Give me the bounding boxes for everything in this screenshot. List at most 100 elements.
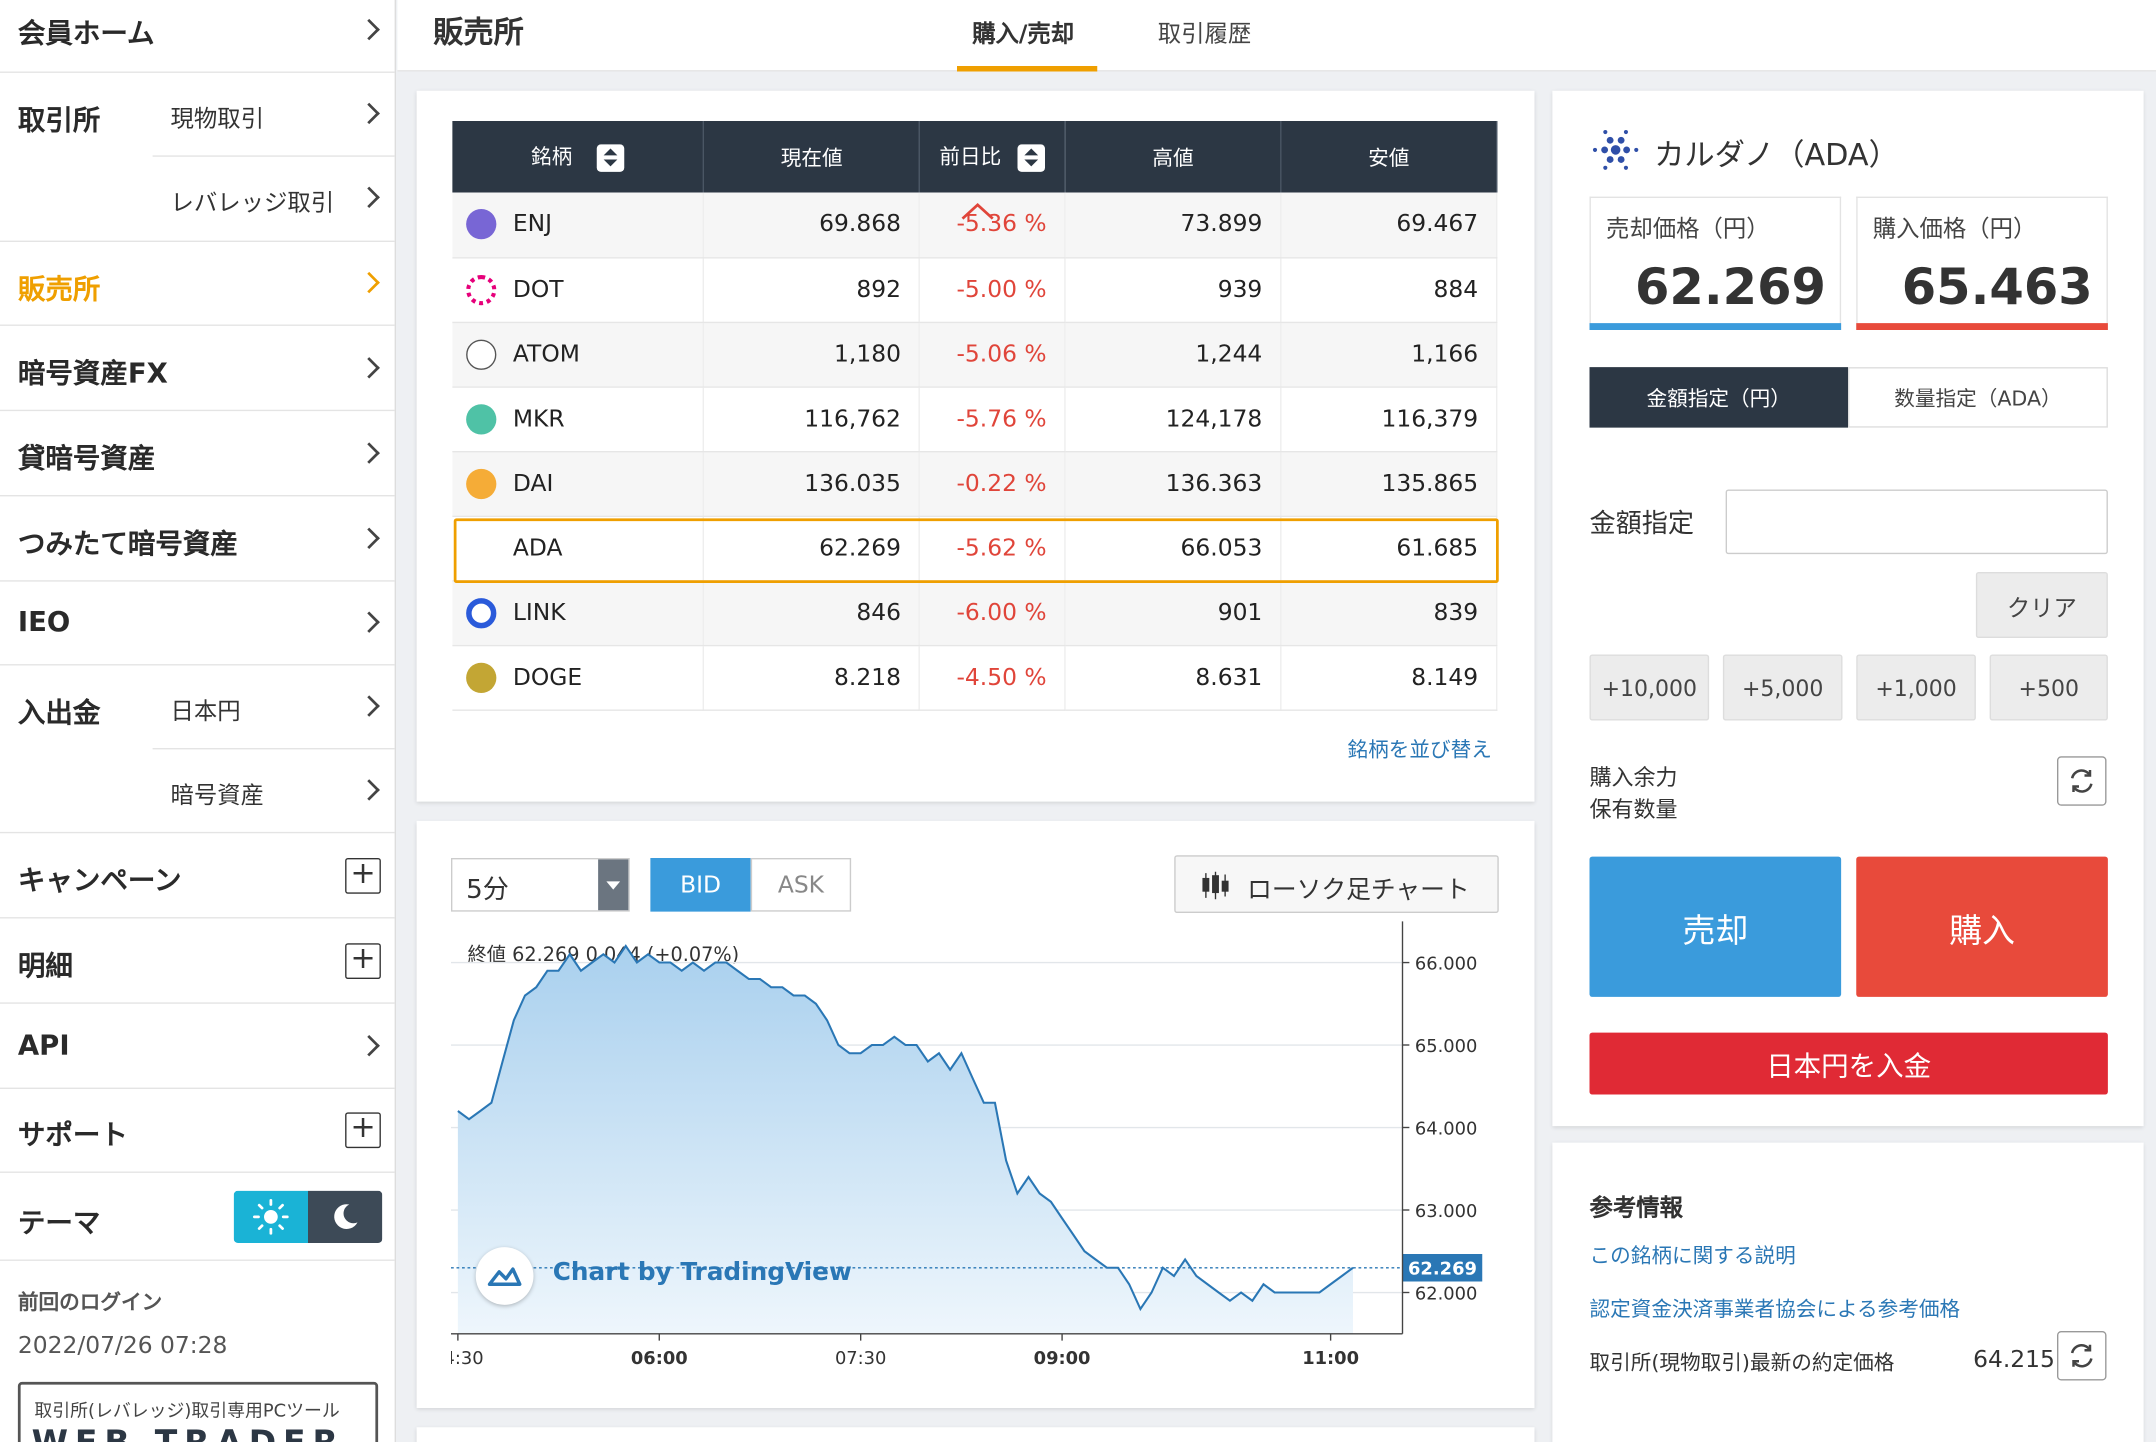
sort-icon[interactable] [596, 144, 625, 172]
table-cell: 8.631 [1065, 644, 1282, 711]
last-price-label: 62.269 [1408, 1259, 1477, 1280]
table-row[interactable]: ATOM 1,180 -5.06 % 1,244 1,166 [452, 321, 1498, 388]
header: 販売所 購入/売却 取引履歴 [397, 0, 2156, 72]
x-tick-label: 07:30 [835, 1348, 886, 1369]
sun-icon[interactable] [233, 1190, 308, 1243]
sidebar-item-fx[interactable]: 暗号資産FX [0, 326, 395, 412]
table-row[interactable]: DAI 136.035 -0.22 % 136.363 135.865 [452, 451, 1498, 517]
last-login-label: 前回のログイン [17, 1289, 163, 1315]
sidebar-item-label: 貸暗号資産 [17, 441, 156, 475]
quick-add-10000-button[interactable]: +10,000 [1589, 654, 1710, 721]
refresh-latest-price-button[interactable] [2057, 1331, 2107, 1381]
table-row[interactable]: ADA 62.269 -5.62 % 66.053 61.685 [452, 515, 1498, 581]
buy-button[interactable]: 購入 [1856, 856, 2108, 997]
x-tick-label: 09:00 [1034, 1348, 1091, 1369]
buy-price-label: 購入価格（円） [1872, 215, 2037, 244]
sidebar-item-lending[interactable]: 貸暗号資産 [0, 411, 395, 497]
table-cell: 73.899 [1065, 192, 1282, 258]
table-cell: 8.149 [1280, 644, 1498, 711]
clear-button[interactable]: クリア [1975, 572, 2108, 638]
bid-button[interactable]: BID [650, 858, 751, 912]
tab-trade[interactable]: 購入/売却 [957, 0, 1098, 72]
sidebar-item-sales[interactable]: 販売所 [0, 242, 395, 326]
table-cell: 1,244 [1065, 321, 1282, 388]
sidebar-item-label: 会員ホーム [17, 16, 155, 50]
sidebar-item-spot[interactable]: 現物取引 [152, 73, 395, 157]
quick-add-5000-button[interactable]: +5,000 [1722, 654, 1843, 721]
reference-price-link[interactable]: 認定資金決済事業者協会による参考価格 [1590, 1294, 1961, 1323]
sidebar-item-home[interactable]: 会員ホーム [0, 0, 395, 73]
column-header-symbol[interactable]: 銘柄 [452, 121, 705, 193]
table-row[interactable]: DOGE 8.218 -4.50 % 8.631 8.149 [452, 644, 1498, 711]
buy-price-box: 購入価格（円） 65.463 [1856, 196, 2108, 330]
refresh-balance-button[interactable] [2057, 756, 2107, 806]
table-cell: 8.218 [703, 644, 921, 711]
low-cell: 116,379 [1381, 404, 1479, 433]
sort-icon[interactable] [1017, 144, 1046, 172]
chart-type-label: ローソク足チャート [1247, 875, 1470, 905]
symbol-text: DOGE [512, 663, 583, 691]
y-tick-label: 64.000 [1415, 1118, 1478, 1139]
deposit-jpy-button[interactable]: 日本円を入金 [1589, 1032, 2108, 1095]
sidebar-item-leverage[interactable]: レバレッジ取引 [153, 157, 395, 241]
reorder-link[interactable]: 銘柄を並び替え [1348, 734, 1492, 763]
y-tick-label: 62.000 [1415, 1283, 1478, 1304]
table-cell: -5.00 % [919, 257, 1066, 323]
sidebar-item-support[interactable]: サポート + [0, 1089, 395, 1173]
expand-plus-icon[interactable]: + [345, 943, 381, 979]
price-cell: 116,762 [804, 404, 901, 433]
expand-plus-icon[interactable]: + [345, 858, 381, 894]
table-cell: ATOM [452, 321, 705, 388]
sidebar-item-campaign[interactable]: キャンペーン + [0, 833, 395, 919]
ask-button[interactable]: ASK [750, 858, 852, 912]
expand-plus-icon[interactable]: + [345, 1112, 381, 1149]
buy-price-underline [1856, 323, 2108, 330]
chart-type-button[interactable]: ローソク足チャート [1174, 855, 1499, 913]
table-cell: 901 [1065, 580, 1282, 646]
table-row[interactable]: LINK 846 -6.00 % 901 839 [452, 580, 1498, 646]
column-header-high: 高値 [1065, 121, 1282, 193]
theme-toggle[interactable] [233, 1190, 383, 1243]
sidebar-item-deposit-jpy[interactable]: 日本円 [152, 666, 395, 750]
table-row[interactable]: MKR 116,762 -5.76 % 124,178 116,379 [452, 386, 1498, 452]
quick-add-500-button[interactable]: +500 [1989, 654, 2108, 721]
sidebar-item-label: 明細 [17, 948, 73, 982]
column-header-low: 安値 [1280, 121, 1498, 193]
mode-quantity-tab[interactable]: 数量指定（ADA） [1848, 367, 2108, 428]
high-cell: 73.899 [1180, 210, 1263, 239]
price-cell: 846 [856, 598, 901, 627]
table-cell: -5.76 % [919, 386, 1066, 452]
lower-panel [416, 1427, 1535, 1442]
sidebar-item-api[interactable]: API [0, 1004, 395, 1089]
sidebar-item-ieo[interactable]: IEO [0, 582, 395, 666]
ada-coin-icon [466, 532, 497, 564]
quick-add-1000-button[interactable]: +1,000 [1856, 654, 1976, 721]
candlestick-icon [1202, 871, 1229, 900]
moon-icon[interactable] [308, 1190, 383, 1243]
x-tick-label: 04:30 [451, 1348, 484, 1369]
sidebar: 会員ホーム 取引所 現物取引 レバレッジ取引 販売所 暗号資産FX 貸暗号資産 [0, 0, 396, 1442]
web-trader-banner[interactable]: 取引所(レバレッジ)取引専用PCツール WEB TRADER [17, 1381, 379, 1442]
table-cell: 839 [1280, 580, 1498, 646]
sidebar-item-statement[interactable]: 明細 + [0, 919, 395, 1004]
chevron-down-icon[interactable] [598, 859, 629, 911]
mode-amount-tab[interactable]: 金額指定（円） [1589, 367, 1848, 428]
interval-select[interactable]: 5分 [451, 858, 630, 912]
refresh-icon [2070, 1344, 2093, 1368]
column-header-change[interactable]: 前日比 [919, 121, 1066, 193]
table-cell: ENJ [452, 192, 705, 258]
cursor-caret-icon [961, 203, 994, 220]
chevron-right-icon [358, 695, 380, 717]
table-row[interactable]: DOT 892 -5.00 % 939 884 [452, 257, 1498, 323]
banner-logo: WEB TRADER [32, 1423, 345, 1442]
sidebar-item-deposit-crypto[interactable]: 暗号資産 [153, 749, 395, 833]
table-cell: 124,178 [1065, 386, 1282, 452]
price-chart[interactable]: 66.000 65.000 64.000 63.000 62.000 62.269 04:3… [451, 921, 1496, 1375]
amount-input[interactable] [1725, 489, 2108, 555]
tab-history[interactable]: 取引履歴 [1140, 0, 1278, 72]
asset-description-link[interactable]: この銘柄に関する説明 [1590, 1240, 1796, 1269]
sidebar-item-tsumitate[interactable]: つみたて暗号資産 [0, 496, 395, 582]
chevron-right-icon [358, 527, 380, 550]
sell-button[interactable]: 売却 [1589, 856, 1842, 997]
high-cell: 8.631 [1195, 663, 1263, 691]
